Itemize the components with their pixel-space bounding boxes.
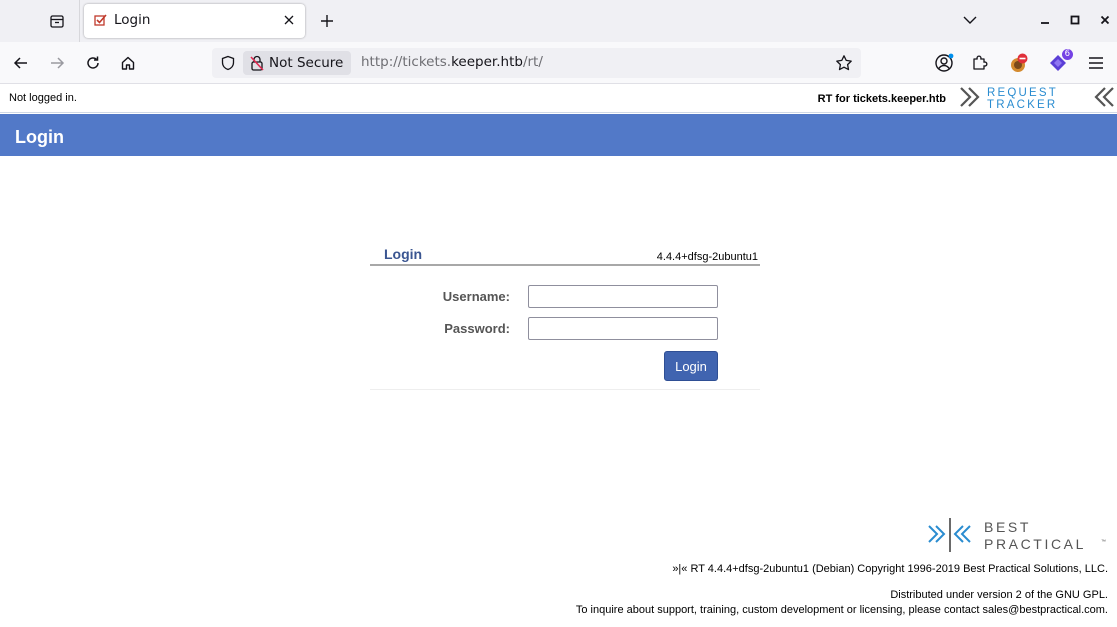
username-input[interactable] (528, 285, 718, 308)
login-box-title: Login (384, 246, 423, 262)
logo-trademark-text: ™ (1101, 539, 1106, 545)
bookmark-star-icon[interactable] (835, 54, 853, 72)
new-tab-icon[interactable] (315, 9, 339, 33)
insecure-lock-icon (250, 55, 264, 71)
logo-tracker-text: TRACKER (987, 99, 1057, 111)
url-host: keeper.htb (451, 54, 523, 70)
login-box-divider (370, 264, 760, 266)
url-path: /rt/ (522, 54, 543, 70)
back-icon[interactable] (9, 51, 33, 75)
maximize-icon[interactable] (1065, 10, 1085, 30)
password-label: Password: (444, 321, 510, 336)
url-bar[interactable]: Not Secure http://tickets.keeper.htb/rt/ (212, 48, 861, 78)
top-status-bar: Not logged in. RT for tickets.keeper.htb… (0, 85, 1117, 113)
close-window-icon[interactable] (1095, 10, 1115, 30)
login-status-text: Not logged in. (9, 92, 77, 104)
url-text[interactable]: http://tickets.keeper.htb/rt/ (361, 54, 543, 70)
rt-favicon-icon (94, 14, 107, 26)
tracking-protection-shield-icon[interactable] (220, 55, 236, 71)
account-icon[interactable] (933, 52, 955, 74)
rt-instance-name: RT for tickets.keeper.htb (817, 93, 946, 105)
browser-nav-bar: Not Secure http://tickets.keeper.htb/rt/… (0, 42, 1117, 84)
logo-practical-text: PRACTICAL (984, 536, 1086, 552)
tab-overview-icon[interactable] (44, 9, 70, 33)
extension-blocker-icon[interactable] (1008, 52, 1030, 74)
extension-purple-icon[interactable]: 6 (1047, 49, 1073, 74)
password-input[interactable] (528, 317, 718, 340)
footer-contact: To inquire about support, training, cust… (575, 604, 1108, 616)
best-practical-logo[interactable]: BEST PRACTICAL ™ (927, 517, 1107, 553)
browser-tab-bar: Login (0, 0, 1117, 42)
page-header: Login (0, 114, 1117, 156)
forward-icon[interactable] (45, 51, 69, 75)
minimize-icon[interactable] (1035, 10, 1055, 30)
home-icon[interactable] (116, 51, 140, 75)
menu-hamburger-icon[interactable] (1085, 52, 1107, 74)
reload-icon[interactable] (81, 51, 105, 75)
footer-copyright: »|« RT 4.4.4+dfsg-2ubuntu1 (Debian) Copy… (672, 563, 1108, 575)
username-label: Username: (442, 289, 510, 304)
rt-page: Not logged in. RT for tickets.keeper.htb… (0, 85, 1117, 627)
not-secure-label: Not Secure (269, 55, 344, 71)
rt-version-text: 4.4.4+dfsg-2ubuntu1 (656, 251, 758, 263)
request-tracker-logo[interactable]: REQUEST TRACKER (959, 85, 1117, 111)
page-title: Login (15, 127, 64, 147)
footer-license: Distributed under version 2 of the GNU G… (890, 589, 1108, 601)
extensions-puzzle-icon[interactable] (969, 52, 991, 74)
tab-login[interactable]: Login (84, 4, 305, 38)
url-prefix: http://tickets. (361, 54, 452, 70)
login-submit-button[interactable]: Login (664, 351, 718, 381)
login-box: Login 4.4.4+dfsg-2ubuntu1 Username: Pass… (370, 245, 760, 390)
not-secure-indicator[interactable]: Not Secure (243, 51, 352, 75)
list-all-tabs-icon[interactable] (960, 10, 980, 30)
close-tab-icon[interactable] (281, 12, 297, 28)
tab-title: Login (114, 12, 151, 28)
extension-count-badge: 6 (1061, 49, 1073, 60)
logo-best-text: BEST (984, 519, 1031, 535)
tab-separator (79, 0, 80, 42)
logo-request-text: REQUEST (987, 87, 1058, 99)
